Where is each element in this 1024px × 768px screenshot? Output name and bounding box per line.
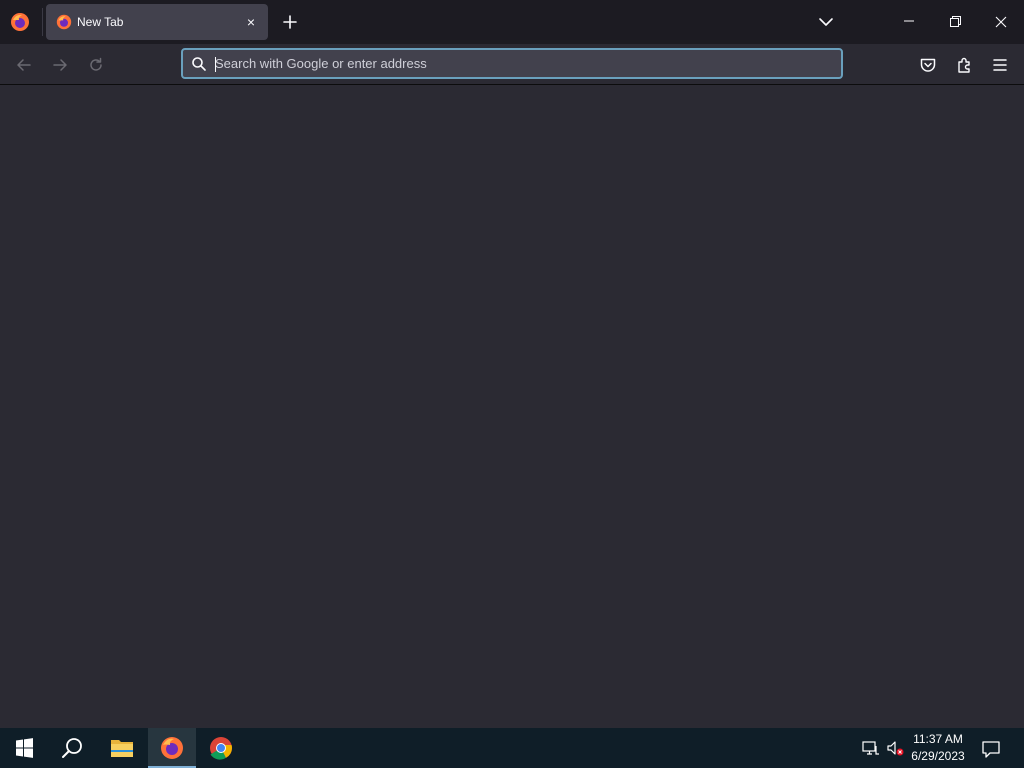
navigation-toolbar bbox=[0, 44, 1024, 85]
minimize-button[interactable] bbox=[886, 0, 932, 44]
network-icon[interactable] bbox=[861, 738, 881, 758]
back-arrow-icon[interactable] bbox=[11, 52, 37, 78]
taskbar-clock[interactable]: 11:37 AM 6/29/2023 bbox=[906, 731, 970, 765]
clock-date: 6/29/2023 bbox=[911, 749, 965, 763]
title-bar: New Tab × bbox=[0, 0, 1024, 44]
hamburger-menu-icon[interactable] bbox=[987, 52, 1013, 78]
reload-icon[interactable] bbox=[83, 52, 109, 78]
forward-arrow-icon[interactable] bbox=[47, 52, 73, 78]
firefox-taskbar-icon[interactable] bbox=[148, 728, 196, 768]
address-input[interactable] bbox=[215, 50, 825, 77]
windows-start-icon[interactable] bbox=[0, 728, 48, 768]
page-content[interactable] bbox=[0, 85, 1024, 728]
extensions-puzzle-icon[interactable] bbox=[951, 52, 977, 78]
restore-button[interactable] bbox=[932, 0, 978, 44]
file-explorer-icon[interactable] bbox=[98, 728, 146, 768]
chrome-icon[interactable] bbox=[197, 728, 245, 768]
volume-muted-icon[interactable] bbox=[885, 738, 905, 758]
clock-time: 11:37 AM bbox=[913, 732, 963, 746]
tab-separator bbox=[42, 8, 43, 36]
pocket-icon[interactable] bbox=[915, 52, 941, 78]
notifications-icon[interactable] bbox=[980, 738, 1002, 760]
taskbar: 11:37 AM 6/29/2023 bbox=[0, 728, 1024, 768]
search-icon[interactable] bbox=[48, 728, 96, 768]
close-window-button[interactable] bbox=[978, 0, 1024, 44]
new-tab-button[interactable] bbox=[278, 10, 302, 34]
text-caret bbox=[215, 57, 216, 72]
close-tab-icon[interactable]: × bbox=[242, 13, 260, 31]
list-all-tabs-chevron-down-icon[interactable] bbox=[814, 10, 838, 34]
address-bar[interactable] bbox=[181, 48, 843, 79]
tab-title: New Tab bbox=[77, 15, 124, 29]
tab-new-tab[interactable]: New Tab × bbox=[46, 4, 268, 40]
search-icon bbox=[191, 56, 207, 72]
firefox-icon bbox=[56, 14, 72, 30]
firefox-view-icon[interactable] bbox=[10, 12, 30, 32]
